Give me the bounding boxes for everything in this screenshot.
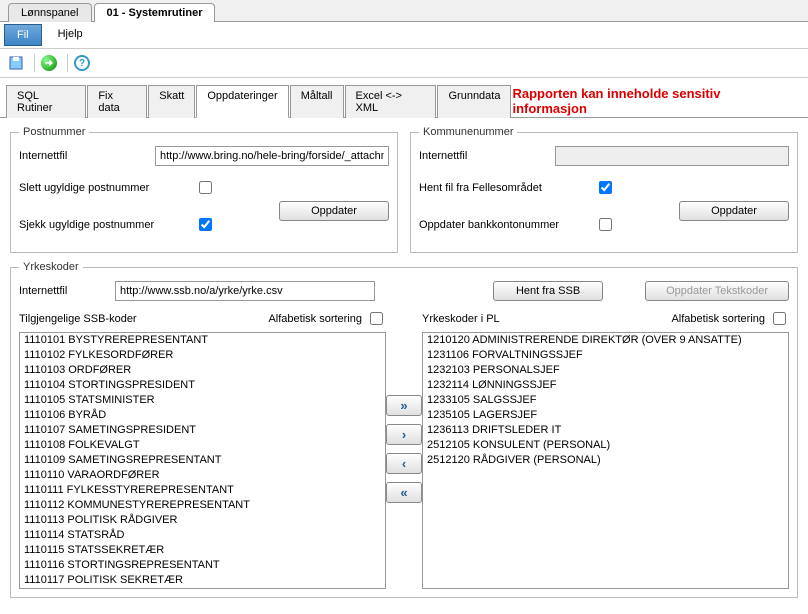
button-postnummer-oppdater[interactable]: Oppdater (279, 201, 389, 221)
fieldset-kommunenummer: Kommunenummer Internettfil Hent fil fra … (410, 126, 798, 253)
checkbox-oppdater-bank[interactable] (599, 218, 612, 231)
tab-sql-rutiner[interactable]: SQL Rutiner (6, 85, 86, 118)
label-kommunenummer-internettfil: Internettfil (419, 150, 549, 162)
list-item[interactable]: 1231106 FORVALTNINGSSJEF (423, 348, 788, 363)
list-item[interactable]: 1110115 STATSSEKRETÆR (20, 543, 385, 558)
legend-yrkeskoder: Yrkeskoder (19, 261, 83, 273)
label-yrkeskoder-internettfil: Internettfil (19, 285, 109, 297)
list-item[interactable]: 1110110 VARAORDFØRER (20, 468, 385, 483)
button-move-all-right[interactable]: » (386, 395, 422, 416)
list-item[interactable]: 1110104 STORTINGSPRESIDENT (20, 378, 385, 393)
tab-excel-xml[interactable]: Excel <-> XML (345, 85, 437, 118)
checkbox-alfa-left[interactable] (370, 312, 383, 325)
list-item[interactable]: 2512120 RÅDGIVER (PERSONAL) (423, 453, 788, 468)
tab-skatt[interactable]: Skatt (148, 85, 195, 118)
menu-file[interactable]: Fil (4, 24, 42, 46)
checkbox-sjekk-ugyldige[interactable] (199, 218, 212, 231)
listbox-ssb-koder[interactable]: 1110101 BYSTYREREPRESENTANT1110102 FYLKE… (19, 332, 386, 589)
tab-oppdateringer[interactable]: Oppdateringer (196, 85, 288, 118)
checkbox-alfa-right[interactable] (773, 312, 786, 325)
tab-fix-data[interactable]: Fix data (87, 85, 147, 118)
fieldset-postnummer: Postnummer Internettfil Slett ugyldige p… (10, 126, 398, 253)
label-yrkeskoder-pl: Yrkeskoder i PL (422, 313, 500, 325)
label-alfa-right: Alfabetisk sortering (671, 313, 765, 325)
fieldset-yrkeskoder: Yrkeskoder Internettfil Hent fra SSB Opp… (10, 261, 798, 598)
tab-maltall[interactable]: Måltall (290, 85, 344, 118)
sensitive-warning: Rapporten kan inneholde sensitiv informa… (512, 86, 802, 116)
menubar: Fil Hjelp (0, 22, 808, 49)
button-hent-ssb[interactable]: Hent fra SSB (493, 281, 603, 301)
list-item[interactable]: 1110112 KOMMUNESTYREREPRESENTANT (20, 498, 385, 513)
run-icon[interactable]: ➜ (39, 53, 59, 73)
label-hent-felles: Hent fil fra Fellesområdet (419, 182, 589, 194)
label-postnummer-internettfil: Internettfil (19, 150, 149, 162)
list-item[interactable]: 1110111 FYLKESSTYREREPRESENTANT (20, 483, 385, 498)
button-kommunenummer-oppdater[interactable]: Oppdater (679, 201, 789, 221)
checkbox-slett-ugyldige[interactable] (199, 181, 212, 194)
button-move-all-left[interactable]: « (386, 482, 422, 503)
list-item[interactable]: 1110106 BYRÅD (20, 408, 385, 423)
list-item[interactable]: 1110101 BYSTYREREPRESENTANT (20, 333, 385, 348)
help-icon[interactable]: ? (72, 53, 92, 73)
list-item[interactable]: 2512105 KONSULENT (PERSONAL) (423, 438, 788, 453)
window-tabstrip: Lønnspanel 01 - Systemrutiner (0, 0, 808, 22)
legend-kommunenummer: Kommunenummer (419, 126, 517, 138)
toolbar: ➜ ? (0, 49, 808, 78)
button-move-right[interactable]: › (386, 424, 422, 445)
list-item[interactable]: 1110113 POLITISK RÅDGIVER (20, 513, 385, 528)
label-alfa-left: Alfabetisk sortering (268, 313, 362, 325)
checkbox-hent-felles[interactable] (599, 181, 612, 194)
input-kommunenummer-internettfil (555, 146, 789, 166)
list-item[interactable]: 1110102 FYLKESORDFØRER (20, 348, 385, 363)
button-oppdater-tekstkoder[interactable]: Oppdater Tekstkoder (645, 281, 789, 301)
label-slett-ugyldige: Slett ugyldige postnummer (19, 182, 189, 194)
label-oppdater-bank: Oppdater bankkontonummer (419, 219, 589, 231)
tab-content: Postnummer Internettfil Slett ugyldige p… (0, 118, 808, 614)
input-postnummer-internettfil[interactable] (155, 146, 389, 166)
list-item[interactable]: 1235105 LAGERSJEF (423, 408, 788, 423)
tab-grunndata[interactable]: Grunndata (437, 85, 511, 118)
sub-tabstrip: SQL Rutiner Fix data Skatt Oppdateringer… (0, 78, 808, 118)
list-item[interactable]: 1233105 SALGSSJEF (423, 393, 788, 408)
legend-postnummer: Postnummer (19, 126, 89, 138)
menu-help[interactable]: Hjelp (48, 24, 93, 46)
save-icon[interactable] (6, 53, 26, 73)
tab-systemrutiner[interactable]: 01 - Systemrutiner (94, 3, 216, 22)
list-item[interactable]: 1232114 LØNNINGSSJEF (423, 378, 788, 393)
list-item[interactable]: 1110109 SAMETINGSREPRESENTANT (20, 453, 385, 468)
toolbar-separator (67, 54, 68, 72)
label-tilgjengelige-ssb: Tilgjengelige SSB-koder (19, 313, 137, 325)
list-item[interactable]: 1110108 FOLKEVALGT (20, 438, 385, 453)
button-move-left[interactable]: ‹ (386, 453, 422, 474)
list-item[interactable]: 1110103 ORDFØRER (20, 363, 385, 378)
list-item[interactable]: 1110117 POLITISK SEKRETÆR (20, 573, 385, 588)
toolbar-separator (34, 54, 35, 72)
list-item[interactable]: 1236113 DRIFTSLEDER IT (423, 423, 788, 438)
listbox-pl-koder[interactable]: 1210120 ADMINISTRERENDE DIREKTØR (OVER 9… (422, 332, 789, 589)
list-item[interactable]: 1210120 ADMINISTRERENDE DIREKTØR (OVER 9… (423, 333, 788, 348)
list-item[interactable]: 1110114 STATSRÅD (20, 528, 385, 543)
list-item[interactable]: 1110107 SAMETINGSPRESIDENT (20, 423, 385, 438)
input-yrkeskoder-internettfil[interactable] (115, 281, 375, 301)
label-sjekk-ugyldige: Sjekk ugyldige postnummer (19, 219, 189, 231)
list-item[interactable]: 1110105 STATSMINISTER (20, 393, 385, 408)
tab-lonnspanel[interactable]: Lønnspanel (8, 3, 92, 22)
list-item[interactable]: 1232103 PERSONALSJEF (423, 363, 788, 378)
transfer-buttons: » › ‹ « (386, 309, 422, 589)
